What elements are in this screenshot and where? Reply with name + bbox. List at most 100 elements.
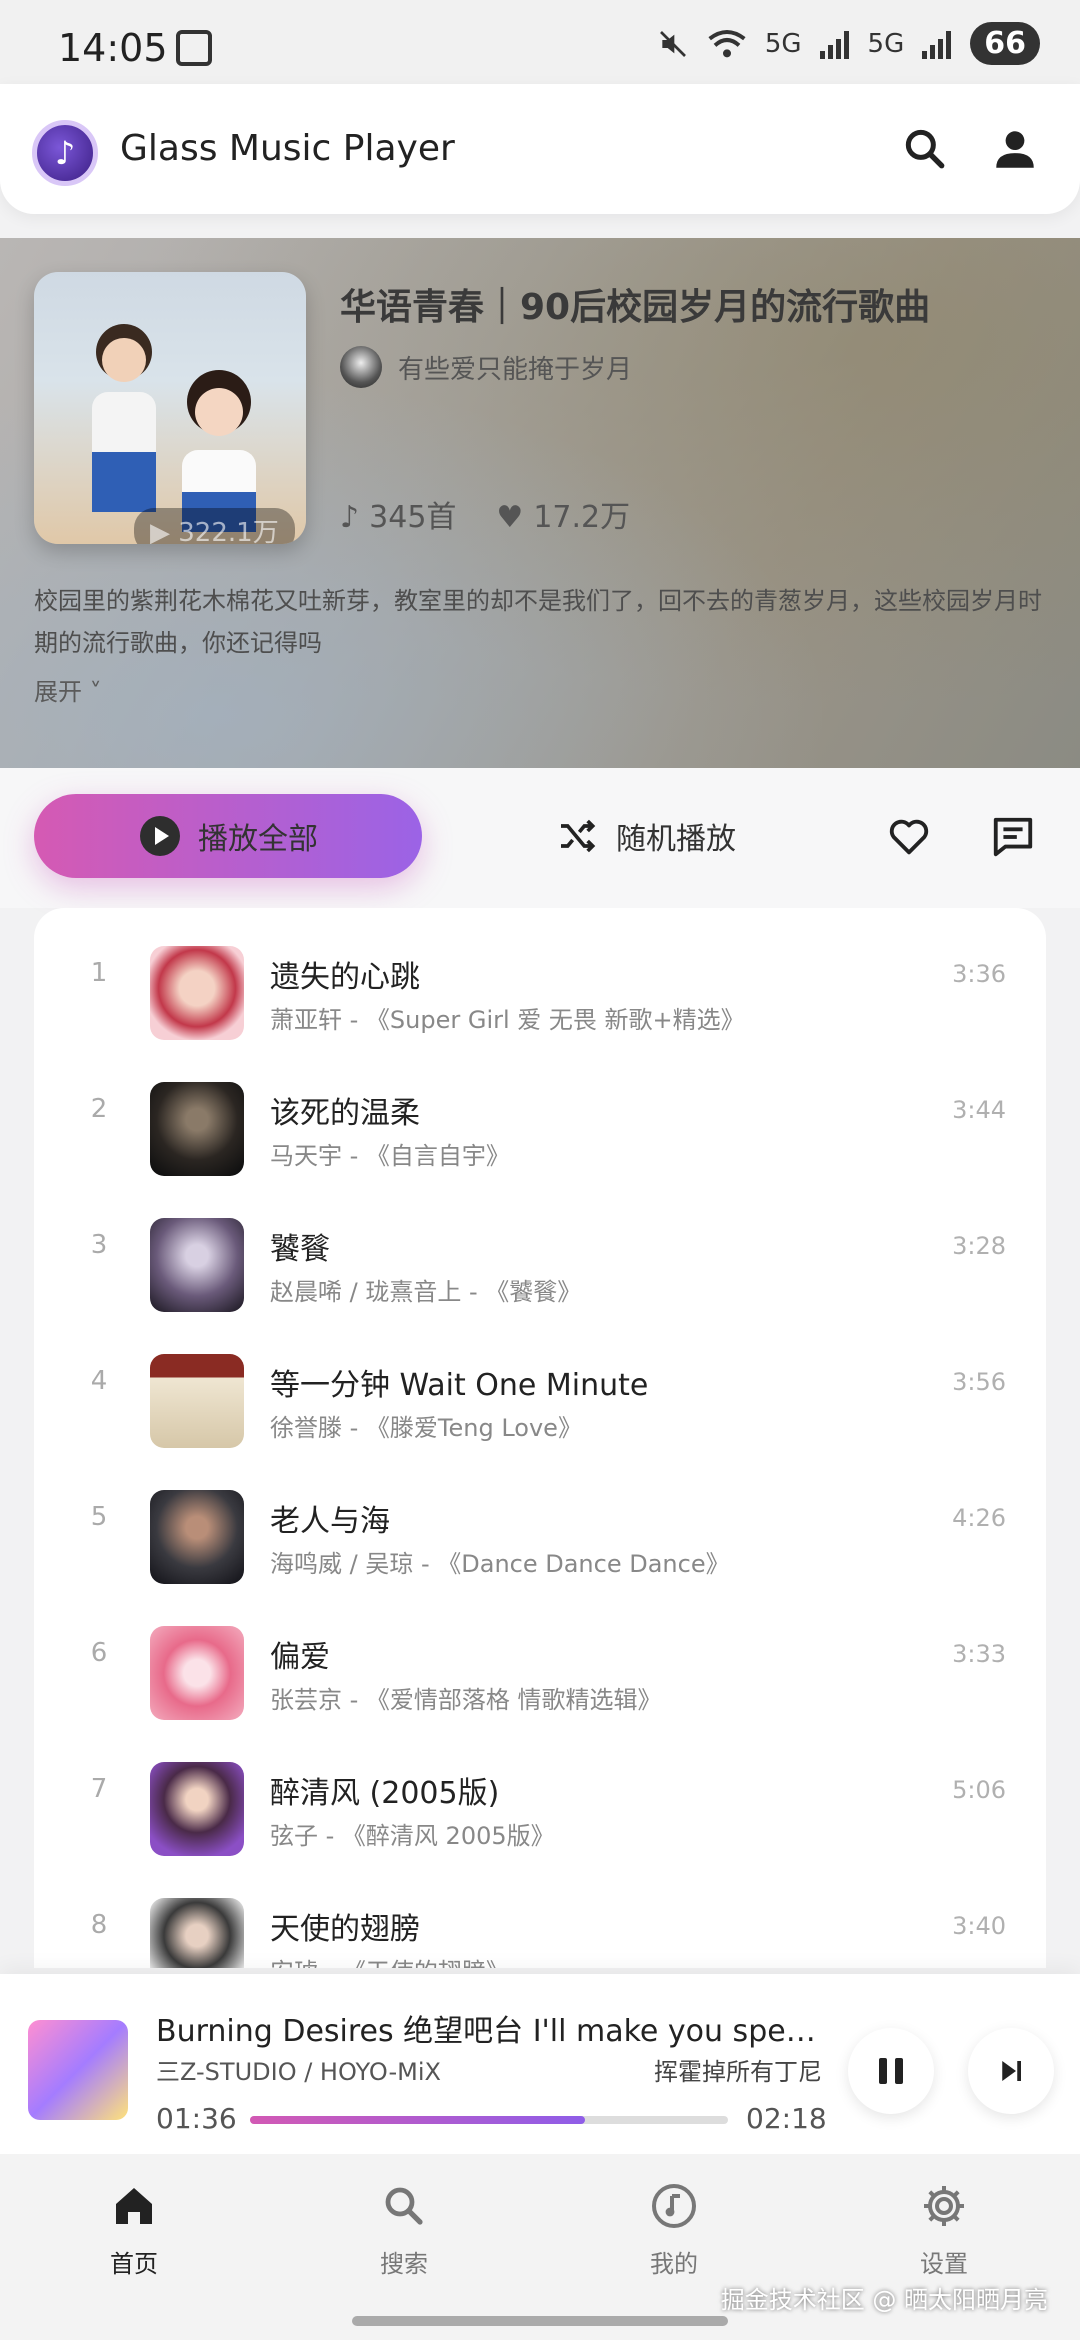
song-index: 7: [90, 1774, 108, 1804]
song-row[interactable]: 8 天使的翅膀 安琥 - 《天使的翅膀》 3:40: [34, 1860, 1046, 1968]
song-artwork: [150, 1490, 244, 1584]
shuffle-label: 随机播放: [616, 822, 736, 857]
playlist-description: 校园里的紫荆花木棉花又吐新芽，教室里的却不是我们了，回不去的青葱岁月，这些校园岁…: [34, 587, 1042, 657]
music-note-icon: [652, 2184, 696, 2228]
music-note-icon: ♪: [340, 500, 360, 535]
song-artwork: [150, 946, 244, 1040]
play-circle-icon: [140, 816, 180, 856]
heart-outline-icon[interactable]: [886, 814, 932, 860]
user-icon[interactable]: [990, 124, 1040, 174]
creator-avatar: [340, 346, 382, 388]
song-subtitle: 海鸣威 / 吴琼 - 《Dance Dance Dance》: [270, 1550, 730, 1578]
song-title: 遗失的心跳: [270, 960, 420, 995]
likes: ♥ 17.2万: [496, 492, 630, 536]
expand-button[interactable]: 展开 ˅: [34, 672, 102, 707]
shuffle-button[interactable]: 随机播放: [556, 814, 736, 858]
play-count-badge: ▶ 322.1万: [134, 508, 295, 544]
settings-icon: [924, 2186, 964, 2226]
playlist-cover[interactable]: ▶ 322.1万: [34, 272, 306, 544]
song-subtitle: 张芸京 - 《爱情部落格 情歌精选辑》: [270, 1686, 662, 1714]
playlist-title: 华语青春｜90后校园岁月的流行歌曲: [340, 287, 931, 328]
home-indicator[interactable]: [352, 2316, 728, 2326]
song-duration: 3:33: [952, 1640, 1006, 1668]
play-count: 322.1万: [178, 518, 279, 544]
likes-value: 17.2万: [533, 500, 631, 535]
play-all-label: 播放全部: [198, 822, 318, 857]
nav-settings[interactable]: 设置: [854, 2182, 1034, 2279]
song-index: 4: [90, 1366, 108, 1396]
skip-next-icon: [1002, 2061, 1021, 2081]
song-row[interactable]: 6 偏爱 张芸京 - 《爱情部落格 情歌精选辑》 3:33: [34, 1588, 1046, 1724]
song-row[interactable]: 1 遗失的心跳 萧亚轩 - 《Super Girl 爱 无畏 新歌+精选》 3:…: [34, 908, 1046, 1044]
song-duration: 3:40: [952, 1912, 1006, 1940]
home-icon: [116, 2188, 152, 2224]
song-row[interactable]: 5 老人与海 海鸣威 / 吴琼 - 《Dance Dance Dance》 4:…: [34, 1452, 1046, 1588]
network-label-1: 5G: [764, 28, 802, 59]
screenshot-icon: [176, 30, 212, 66]
comment-icon[interactable]: [990, 814, 1036, 860]
mini-player[interactable]: Burning Desires 绝望吧台 I'll make you spend…: [0, 1974, 1080, 2154]
song-index: 6: [90, 1638, 108, 1668]
pause-button[interactable]: [848, 2028, 934, 2114]
song-index: 8: [90, 1910, 108, 1940]
song-title: 老人与海: [270, 1504, 390, 1539]
song-list: 1 遗失的心跳 萧亚轩 - 《Super Girl 爱 无畏 新歌+精选》 3:…: [34, 908, 1046, 1968]
song-row[interactable]: 2 该死的温柔 马天宇 - 《自言自宇》 3:44: [34, 1044, 1046, 1180]
progress-bar[interactable]: [250, 2116, 728, 2124]
song-duration: 3:36: [952, 960, 1006, 988]
status-icons: 5G 5G 66: [657, 22, 1040, 65]
chevron-down-icon: ˅: [82, 678, 102, 706]
play-all-button[interactable]: 播放全部: [34, 794, 422, 878]
mute-icon: [659, 30, 686, 57]
song-artwork: [150, 1082, 244, 1176]
song-duration: 3:44: [952, 1096, 1006, 1124]
song-subtitle: 赵晨唏 / 珑熹音上 - 《饕餮》: [270, 1278, 582, 1306]
app-bar: ♪ Glass Music Player: [0, 84, 1080, 214]
song-subtitle: 马天宇 - 《自言自宇》: [270, 1142, 510, 1170]
song-title: 等一分钟 Wait One Minute: [270, 1368, 649, 1403]
search-icon[interactable]: [900, 124, 950, 174]
song-row[interactable]: 4 等一分钟 Wait One Minute 徐誉滕 - 《滕爱Teng Lov…: [34, 1316, 1046, 1452]
song-title: 该死的温柔: [270, 1096, 420, 1131]
song-duration: 3:56: [952, 1368, 1006, 1396]
song-row[interactable]: 7 醉清风 (2005版) 弦子 - 《醉清风 2005版》 5:06: [34, 1724, 1046, 1860]
app-logo-icon: ♪: [32, 120, 98, 186]
status-time: 14:05: [58, 26, 168, 70]
cover-figure-girl: [182, 370, 256, 532]
song-subtitle: 萧亚轩 - 《Super Girl 爱 无畏 新歌+精选》: [270, 1006, 745, 1034]
song-artwork: [150, 1218, 244, 1312]
song-count-value: 345首: [369, 500, 457, 535]
nav-home-label: 首页: [110, 2250, 158, 2278]
song-duration: 5:06: [952, 1776, 1006, 1804]
playlist-creator[interactable]: 有些爱只能掩于岁月: [340, 346, 632, 388]
song-index: 1: [90, 958, 108, 988]
next-button[interactable]: [968, 2028, 1054, 2114]
status-bar: 14:05 5G 5G 66: [0, 0, 1080, 90]
song-row[interactable]: 3 饕餮 赵晨唏 / 珑熹音上 - 《饕餮》 3:28: [34, 1180, 1046, 1316]
total-time: 02:18: [746, 2102, 827, 2135]
nav-search-label: 搜索: [380, 2250, 428, 2278]
creator-name: 有些爱只能掩于岁月: [398, 354, 633, 385]
nav-mine-label: 我的: [650, 2250, 698, 2278]
now-playing-artist: 三Z-STUDIO / HOYO-MiX: [156, 2058, 441, 2086]
signal-icon-2: [922, 29, 952, 59]
signal-icon: [819, 29, 850, 59]
current-time: 01:36: [156, 2102, 237, 2135]
action-row: 播放全部 随机播放: [0, 768, 1080, 908]
song-title: 天使的翅膀: [270, 1912, 420, 1947]
nav-mine[interactable]: 我的: [584, 2182, 764, 2279]
nav-search[interactable]: 搜索: [314, 2182, 494, 2279]
nav-settings-label: 设置: [920, 2250, 968, 2278]
shuffle-icon: [561, 819, 596, 853]
nav-home[interactable]: 首页: [44, 2182, 224, 2279]
now-playing-artwork[interactable]: [28, 2020, 128, 2120]
expand-label: 展开: [34, 678, 82, 706]
song-artwork: [150, 1898, 244, 1968]
song-subtitle: 安琥 - 《天使的翅膀》: [270, 1952, 510, 1968]
song-artwork: [150, 1626, 244, 1720]
now-playing-lyric: 挥霍掉所有丁尼: [654, 2058, 822, 2086]
watermark: 掘金技术社区 @ 晒太阳晒月亮: [720, 2286, 1048, 2314]
song-count: ♪ 345首: [340, 492, 456, 536]
heart-filled-icon: ♥: [496, 500, 524, 535]
search-icon: [385, 2187, 423, 2225]
